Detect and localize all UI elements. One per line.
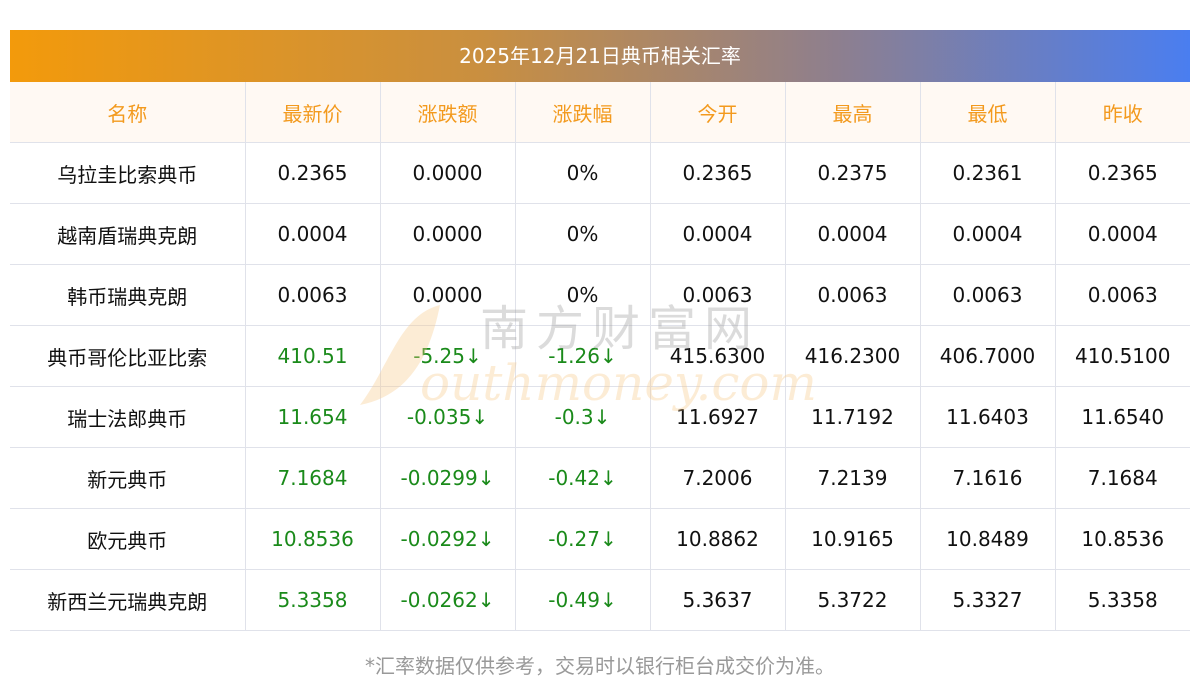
cell-change: -0.0262↓ xyxy=(379,569,516,631)
cell-low: 10.8489 xyxy=(919,508,1056,570)
cell-prev-close: 0.0004 xyxy=(1054,203,1190,265)
cell-name: 乌拉圭比索典币 xyxy=(10,142,246,204)
cell-high: 11.7192 xyxy=(784,386,921,448)
cell-latest: 7.1684 xyxy=(244,447,381,509)
column-header-open: 今开 xyxy=(649,82,786,143)
header-row: 名称 最新价 涨跌额 涨跌幅 今开 最高 最低 昨收 xyxy=(10,82,1190,143)
cell-high: 5.3722 xyxy=(784,569,921,631)
cell-latest: 0.0004 xyxy=(244,203,381,265)
column-header-change: 涨跌额 xyxy=(379,82,516,143)
column-header-prev-close: 昨收 xyxy=(1054,82,1190,143)
cell-high: 0.0004 xyxy=(784,203,921,265)
cell-high: 10.9165 xyxy=(784,508,921,570)
cell-change: -5.25↓ xyxy=(379,325,516,387)
cell-prev-close: 10.8536 xyxy=(1054,508,1190,570)
cell-open: 5.3637 xyxy=(649,569,786,631)
cell-change-pct: -0.42↓ xyxy=(514,447,651,509)
cell-open: 0.0004 xyxy=(649,203,786,265)
cell-low: 0.2361 xyxy=(919,142,1056,204)
table-row: 乌拉圭比索典币 0.2365 0.0000 0% 0.2365 0.2375 0.2361 0… xyxy=(10,142,1190,204)
cell-change: -0.035↓ xyxy=(379,386,516,448)
column-header-low: 最低 xyxy=(919,82,1056,143)
table-row: 瑞士法郎典币 11.654 -0.035↓ -0.3↓ 11.6927 11.7192 11… xyxy=(10,386,1190,448)
cell-open: 0.0063 xyxy=(649,264,786,326)
cell-change: -0.0299↓ xyxy=(379,447,516,509)
cell-latest: 410.51 xyxy=(244,325,381,387)
cell-open: 0.2365 xyxy=(649,142,786,204)
cell-low: 0.0004 xyxy=(919,203,1056,265)
cell-open: 415.6300 xyxy=(649,325,786,387)
cell-change: 0.0000 xyxy=(379,142,516,204)
cell-change-pct: 0% xyxy=(514,264,651,326)
cell-latest: 11.654 xyxy=(244,386,381,448)
cell-high: 7.2139 xyxy=(784,447,921,509)
cell-low: 11.6403 xyxy=(919,386,1056,448)
cell-open: 7.2006 xyxy=(649,447,786,509)
table-row: 欧元典币 10.8536 -0.0292↓ -0.27↓ 10.8862 10.9165 1… xyxy=(10,508,1190,570)
column-header-high: 最高 xyxy=(784,82,921,143)
cell-change-pct: -1.26↓ xyxy=(514,325,651,387)
table-row: 典币哥伦比亚比索 410.51 -5.25↓ -1.26↓ 415.6300 416.23… xyxy=(10,325,1190,387)
table-row: 新元典币 7.1684 -0.0299↓ -0.42↓ 7.2006 7.2139 7.16… xyxy=(10,447,1190,509)
table-row: 越南盾瑞典克朗 0.0004 0.0000 0% 0.0004 0.0004 0.0004 0… xyxy=(10,203,1190,265)
cell-change-pct: -0.3↓ xyxy=(514,386,651,448)
cell-prev-close: 11.6540 xyxy=(1054,386,1190,448)
disclaimer-footer: *汇率数据仅供参考，交易时以银行柜台成交价为准。 xyxy=(365,654,835,678)
table-row: 新西兰元瑞典克朗 5.3358 -0.0262↓ -0.49↓ 5.3637 5.3722… xyxy=(10,569,1190,631)
cell-change-pct: 0% xyxy=(514,142,651,204)
cell-change-pct: 0% xyxy=(514,203,651,265)
cell-latest: 0.2365 xyxy=(244,142,381,204)
cell-change-pct: -0.27↓ xyxy=(514,508,651,570)
table-title: 2025年12月21日典币相关汇率 xyxy=(10,30,1190,82)
cell-high: 0.2375 xyxy=(784,142,921,204)
cell-change: 0.0000 xyxy=(379,264,516,326)
cell-name: 新元典币 xyxy=(10,447,246,509)
cell-prev-close: 7.1684 xyxy=(1054,447,1190,509)
cell-name: 越南盾瑞典克朗 xyxy=(10,203,246,265)
cell-change-pct: -0.49↓ xyxy=(514,569,651,631)
cell-name: 瑞士法郎典币 xyxy=(10,386,246,448)
cell-low: 406.7000 xyxy=(919,325,1056,387)
cell-prev-close: 0.0063 xyxy=(1054,264,1190,326)
cell-low: 5.3327 xyxy=(919,569,1056,631)
cell-low: 0.0063 xyxy=(919,264,1056,326)
cell-name: 韩币瑞典克朗 xyxy=(10,264,246,326)
cell-name: 新西兰元瑞典克朗 xyxy=(10,569,246,631)
column-header-latest: 最新价 xyxy=(244,82,381,143)
cell-name: 欧元典币 xyxy=(10,508,246,570)
cell-latest: 5.3358 xyxy=(244,569,381,631)
cell-open: 10.8862 xyxy=(649,508,786,570)
cell-low: 7.1616 xyxy=(919,447,1056,509)
cell-open: 11.6927 xyxy=(649,386,786,448)
cell-high: 0.0063 xyxy=(784,264,921,326)
exchange-rate-table: 名称 最新价 涨跌额 涨跌幅 今开 最高 最低 昨收 乌拉圭比索典币 0.2365 0.0000 0… xyxy=(10,82,1190,631)
cell-prev-close: 0.2365 xyxy=(1054,142,1190,204)
column-header-change-pct: 涨跌幅 xyxy=(514,82,651,143)
cell-change: 0.0000 xyxy=(379,203,516,265)
cell-prev-close: 5.3358 xyxy=(1054,569,1190,631)
cell-high: 416.2300 xyxy=(784,325,921,387)
cell-name: 典币哥伦比亚比索 xyxy=(10,325,246,387)
cell-latest: 10.8536 xyxy=(244,508,381,570)
cell-latest: 0.0063 xyxy=(244,264,381,326)
cell-change: -0.0292↓ xyxy=(379,508,516,570)
cell-prev-close: 410.5100 xyxy=(1054,325,1190,387)
column-header-name: 名称 xyxy=(10,82,246,143)
table-row: 韩币瑞典克朗 0.0063 0.0000 0% 0.0063 0.0063 0.0063 0.… xyxy=(10,264,1190,326)
